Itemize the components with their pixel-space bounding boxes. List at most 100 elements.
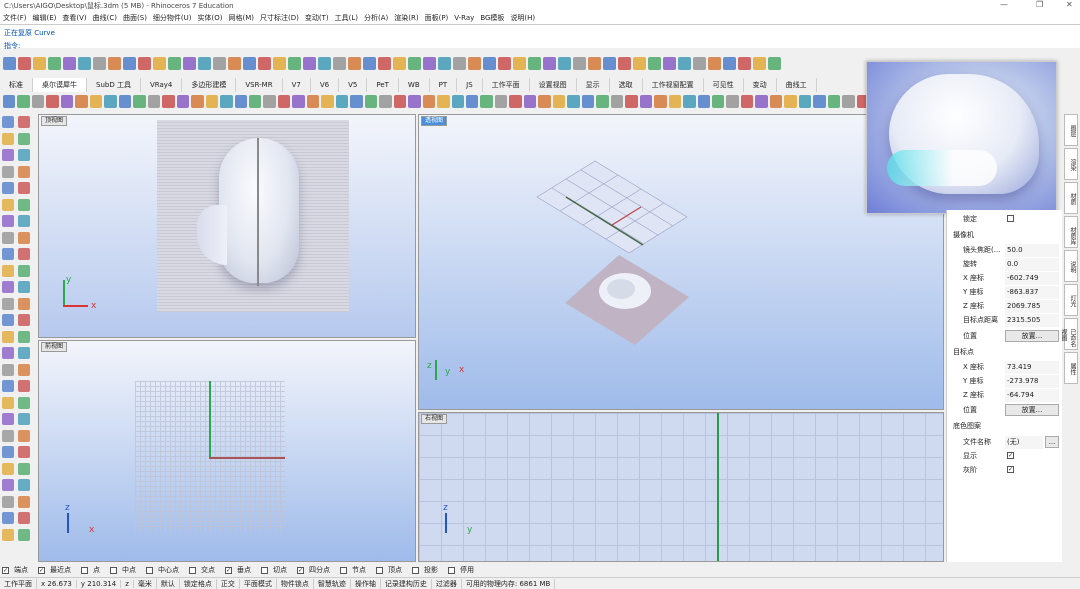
- toolbar-tool-icon[interactable]: [273, 56, 286, 70]
- left-tool-icon[interactable]: [2, 512, 14, 525]
- osnap-checkbox[interactable]: [81, 566, 88, 574]
- tab-tool-icon[interactable]: [364, 94, 378, 108]
- tab-tool-icon[interactable]: [798, 94, 812, 108]
- status-toggle-4[interactable]: 智慧轨迹: [314, 578, 351, 589]
- toolbar-tool-icon[interactable]: [498, 56, 511, 70]
- tab-tool-icon[interactable]: [292, 94, 305, 108]
- tab-tool-icon[interactable]: [277, 94, 291, 108]
- left-tool-icon[interactable]: [18, 116, 30, 129]
- tab-tool-icon[interactable]: [480, 94, 493, 108]
- camera-value[interactable]: 2315.505: [1005, 314, 1059, 327]
- osnap-11[interactable]: 投影: [412, 565, 443, 575]
- toolbar-tool-icon[interactable]: [33, 56, 46, 70]
- left-tool-icon[interactable]: [2, 347, 14, 360]
- tab-tool-icon[interactable]: [162, 94, 175, 108]
- show-checkbox[interactable]: ✓: [1007, 452, 1014, 459]
- menu-item-13[interactable]: 面板(P): [425, 13, 449, 23]
- osnap-8[interactable]: ✓ 四分点: [297, 565, 335, 575]
- side-tab-6[interactable]: 已命名视图: [1060, 318, 1078, 350]
- tab-17[interactable]: 工作视窗配置: [643, 78, 704, 92]
- toolbar-tool-icon[interactable]: [243, 56, 256, 70]
- tab-tool-icon[interactable]: [711, 94, 725, 108]
- toolbar-tool-icon[interactable]: [378, 56, 391, 70]
- menu-item-16[interactable]: 说明(H): [510, 13, 535, 23]
- tab-tool-icon[interactable]: [769, 94, 783, 108]
- tab-tool-icon[interactable]: [147, 94, 161, 108]
- osnap-9[interactable]: 节点: [340, 565, 371, 575]
- left-tool-icon[interactable]: [18, 198, 30, 211]
- menu-item-4[interactable]: 曲面(S): [123, 13, 147, 23]
- tab-tool-icon[interactable]: [755, 94, 768, 108]
- menu-item-8[interactable]: 尺寸标注(D): [260, 13, 299, 23]
- left-tool-icon[interactable]: [2, 462, 14, 475]
- left-tool-icon[interactable]: [2, 479, 14, 492]
- tab-1[interactable]: 桌尔谟犀牛: [33, 78, 87, 92]
- toolbar-tool-icon[interactable]: [633, 56, 646, 70]
- toolbar-tool-icon[interactable]: [198, 56, 211, 70]
- close-icon[interactable]: ✕: [1066, 0, 1073, 9]
- osnap-3[interactable]: 中点: [110, 565, 141, 575]
- left-tool-icon[interactable]: [18, 231, 30, 244]
- tab-tool-icon[interactable]: [466, 94, 479, 108]
- osnap-2[interactable]: 点: [81, 565, 105, 575]
- tab-tool-icon[interactable]: [17, 94, 30, 108]
- camera-value[interactable]: -863.837: [1005, 286, 1059, 299]
- tab-2[interactable]: SubD 工具: [87, 78, 141, 92]
- tab-tool-icon[interactable]: [46, 94, 59, 108]
- tab-15[interactable]: 显示: [577, 78, 610, 92]
- tab-tool-icon[interactable]: [3, 94, 16, 108]
- toolbar-tool-icon[interactable]: [603, 56, 616, 70]
- toolbar-tool-icon[interactable]: [648, 56, 661, 70]
- toolbar-tool-icon[interactable]: [108, 56, 121, 70]
- toolbar-tool-icon[interactable]: [258, 56, 271, 70]
- menu-item-10[interactable]: 工具(L): [335, 13, 358, 23]
- left-tool-icon[interactable]: [18, 495, 30, 508]
- left-tool-icon[interactable]: [18, 347, 30, 360]
- left-tool-icon[interactable]: [2, 198, 14, 211]
- toolbar-tool-icon[interactable]: [453, 56, 466, 70]
- tab-tool-icon[interactable]: [379, 94, 392, 108]
- tab-7[interactable]: V6: [311, 78, 340, 92]
- menu-item-2[interactable]: 查看(V): [62, 13, 86, 23]
- osnap-checkbox[interactable]: [448, 566, 455, 574]
- tab-0[interactable]: 标准: [0, 78, 33, 92]
- status-toggle-1[interactable]: 正交: [217, 578, 240, 589]
- left-tool-icon[interactable]: [18, 165, 30, 178]
- left-tool-icon[interactable]: [18, 363, 30, 376]
- minimize-icon[interactable]: —: [1000, 0, 1008, 9]
- osnap-7[interactable]: 切点: [261, 565, 292, 575]
- tab-11[interactable]: PT: [430, 78, 458, 92]
- left-tool-icon[interactable]: [18, 182, 30, 195]
- osnap-checkbox[interactable]: [412, 566, 419, 574]
- left-tool-icon[interactable]: [2, 330, 14, 343]
- left-tool-icon[interactable]: [18, 413, 30, 426]
- toolbar-tool-icon[interactable]: [303, 56, 316, 70]
- left-tool-icon[interactable]: [2, 314, 14, 327]
- side-tab-7[interactable]: 属性: [1064, 352, 1078, 384]
- left-tool-icon[interactable]: [18, 380, 30, 393]
- side-tab-4[interactable]: 说明: [1064, 250, 1078, 282]
- status-layer[interactable]: 默认: [157, 578, 180, 589]
- tab-tool-icon[interactable]: [133, 94, 146, 108]
- osnap-checkbox[interactable]: ✓: [2, 566, 9, 574]
- toolbar-tool-icon[interactable]: [213, 56, 226, 70]
- tab-tool-icon[interactable]: [248, 94, 262, 108]
- toolbar-tool-icon[interactable]: [363, 56, 376, 70]
- menu-item-5[interactable]: 细分物件(U): [153, 13, 192, 23]
- tab-4[interactable]: 多边形建模: [182, 78, 237, 92]
- tab-6[interactable]: V7: [283, 78, 311, 92]
- toolbar-tool-icon[interactable]: [723, 56, 736, 70]
- left-tool-icon[interactable]: [18, 149, 30, 162]
- left-tool-icon[interactable]: [18, 396, 30, 409]
- tab-tool-icon[interactable]: [306, 94, 320, 108]
- menu-item-7[interactable]: 网格(M): [229, 13, 255, 23]
- toolbar-tool-icon[interactable]: [408, 56, 421, 70]
- tab-20[interactable]: 曲线工: [777, 78, 817, 92]
- tab-tool-icon[interactable]: [509, 94, 522, 108]
- camera-value[interactable]: 0.0: [1005, 258, 1059, 271]
- viewport-label-top[interactable]: 顶视图: [41, 116, 68, 126]
- toolbar-tool-icon[interactable]: [513, 56, 526, 70]
- tab-tool-icon[interactable]: [740, 94, 754, 108]
- menu-item-1[interactable]: 编辑(E): [33, 13, 57, 23]
- left-tool-icon[interactable]: [2, 264, 14, 277]
